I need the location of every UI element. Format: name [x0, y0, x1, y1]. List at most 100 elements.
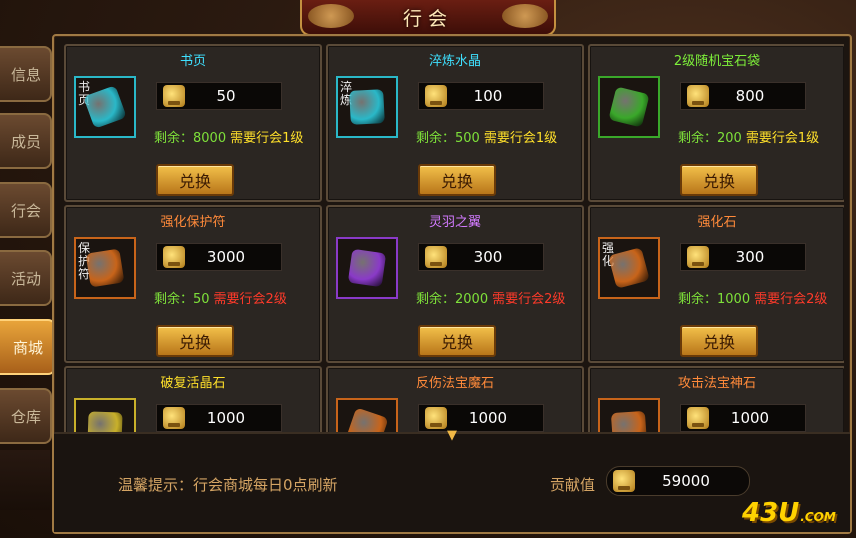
contribution-coin-icon: [425, 85, 447, 107]
contribution-coin-icon: [163, 85, 185, 107]
shop-item-card: 书页书页50剩余：8000需要行会1级兑换: [64, 44, 322, 202]
background-scene: [0, 450, 50, 510]
exchange-button[interactable]: 兑换: [418, 164, 496, 196]
stock-info: 剩余：2000 需要行会2级: [416, 288, 565, 307]
shop-item-card: 灵羽之翼 300 剩余：2000 需要行会2级 兑换: [326, 205, 584, 363]
remaining-count: 剩余：50: [154, 292, 210, 307]
protect-charm-icon[interactable]: 保护符: [74, 237, 136, 299]
attack-stone-icon[interactable]: [598, 398, 660, 432]
contribution-coin-icon: [425, 407, 447, 429]
chevron-down-icon[interactable]: ▼: [442, 428, 462, 443]
price-box: 50: [156, 82, 282, 110]
shop-item-card: 强化石强化 300 剩余：1000 需要行会2级兑换: [588, 205, 844, 363]
tab-members[interactable]: 成员: [0, 113, 52, 169]
price-box: 1000: [418, 404, 544, 432]
price-box: 800: [680, 82, 806, 110]
item-grid[interactable]: 书页书页50剩余：8000需要行会1级兑换淬炼水晶淬炼100剩余：500需要行会…: [64, 44, 844, 432]
dragon-ornament-icon: [502, 4, 548, 28]
item-name: 反伤法宝魔石: [415, 376, 494, 391]
price-value: 1000: [468, 409, 508, 427]
logo-suffix: .COM: [800, 510, 836, 524]
stock-info: 剩余：1000 需要行会2级: [678, 288, 827, 307]
stock-info: 剩余：50 需要行会2级: [154, 288, 287, 307]
price-box: 1000: [156, 404, 282, 432]
contribution-coin-icon: [687, 407, 709, 429]
exchange-button[interactable]: 兑换: [418, 325, 496, 357]
tab-label: 行会: [10, 201, 41, 220]
contribution-coin-icon: [163, 407, 185, 429]
blue-stone-icon[interactable]: 强化: [598, 237, 660, 299]
title-banner: 行会: [300, 0, 556, 36]
item-art: [349, 89, 385, 125]
item-art: [608, 247, 650, 289]
item-name: 书页: [179, 54, 206, 69]
price-box: 3000: [156, 243, 282, 271]
contribution-display: 59000: [606, 466, 750, 496]
tab-guild[interactable]: 行会: [0, 182, 52, 238]
contribution-coin-icon: [613, 470, 635, 492]
stock-info: 剩余：500 需要行会1级: [416, 127, 557, 146]
tab-label: 成员: [10, 132, 41, 151]
price-box: 300: [680, 243, 806, 271]
exchange-button[interactable]: 兑换: [680, 164, 758, 196]
contribution-label: 贡献值: [550, 476, 596, 494]
item-name: 淬炼水晶: [428, 54, 481, 69]
price-value: 300: [473, 248, 503, 266]
contribution-coin-icon: [687, 246, 709, 268]
price-box: 100: [418, 82, 544, 110]
item-art: [87, 411, 123, 432]
refresh-tip: 温馨提示：行会商城每日0点刷新: [118, 476, 338, 494]
tab-warehouse[interactable]: 仓库: [0, 388, 52, 444]
magic-stone-icon[interactable]: [336, 398, 398, 432]
shop-item-card: 反伤法宝魔石 1000: [326, 366, 584, 432]
price-box: 300: [418, 243, 544, 271]
price-box: 1000: [680, 404, 806, 432]
tab-label: 商城: [12, 338, 43, 357]
price-value: 1000: [730, 409, 770, 427]
item-name: 强化石: [697, 215, 737, 230]
stock-info: 剩余：200 需要行会1级: [678, 127, 819, 146]
stock-info: 剩余：8000 需要行会1级: [154, 127, 303, 146]
item-name: 攻击法宝神石: [677, 376, 756, 391]
tab-label: 仓库: [10, 407, 41, 426]
price-value: 800: [735, 87, 765, 105]
gem-bag-icon[interactable]: [598, 76, 660, 138]
window-title: 行会: [402, 7, 453, 30]
guild-level-requirement: 需要行会2级: [754, 292, 828, 307]
guild-level-requirement: 需要行会1级: [230, 131, 304, 146]
guild-shop-window: 信息 成员 行会 活动 商城 仓库 行会 书页书页50剩余：8000需要行会1级…: [0, 0, 856, 538]
price-value: 100: [473, 87, 503, 105]
item-art: [608, 86, 650, 128]
shop-item-card: 破复活晶石 1000: [64, 366, 322, 432]
purple-gem-icon[interactable]: [74, 398, 136, 432]
tab-shop[interactable]: 商城: [0, 319, 56, 375]
exchange-button[interactable]: 兑换: [156, 325, 234, 357]
tab-info[interactable]: 信息: [0, 46, 52, 102]
item-art: [85, 248, 125, 288]
remaining-count: 剩余：1000: [678, 292, 751, 307]
feather-wing-icon[interactable]: [336, 237, 398, 299]
exchange-button[interactable]: 兑换: [156, 164, 234, 196]
purple-crystal-icon[interactable]: 淬炼: [336, 76, 398, 138]
dragon-ornament-icon: [308, 4, 354, 28]
shop-item-card: 强化保护符保护符 3000 剩余：50 需要行会2级兑换: [64, 205, 322, 363]
exchange-button[interactable]: 兑换: [680, 325, 758, 357]
item-art: [610, 410, 648, 432]
guild-level-requirement: 需要行会1级: [483, 131, 558, 146]
contribution-coin-icon: [687, 85, 709, 107]
guild-level-requirement: 需要行会1级: [745, 131, 820, 146]
tab-activity[interactable]: 活动: [0, 250, 52, 306]
guild-level-requirement: 需要行会2级: [492, 292, 566, 307]
site-logo: 43U.COM: [742, 498, 836, 528]
shop-panel: 书页书页50剩余：8000需要行会1级兑换淬炼水晶淬炼100剩余：500需要行会…: [52, 34, 852, 534]
remaining-count: 剩余：8000: [154, 131, 227, 146]
shop-item-card: 2级随机宝石袋 800 剩余：200 需要行会1级 兑换: [588, 44, 844, 202]
item-art: [347, 248, 387, 288]
contribution-value: 59000: [662, 472, 710, 490]
price-value: 3000: [206, 248, 246, 266]
price-value: 1000: [206, 409, 246, 427]
contribution-coin-icon: [163, 246, 185, 268]
item-name: 强化保护符: [160, 215, 226, 230]
book-page-icon[interactable]: 书页: [74, 76, 136, 138]
item-art: [345, 407, 389, 432]
